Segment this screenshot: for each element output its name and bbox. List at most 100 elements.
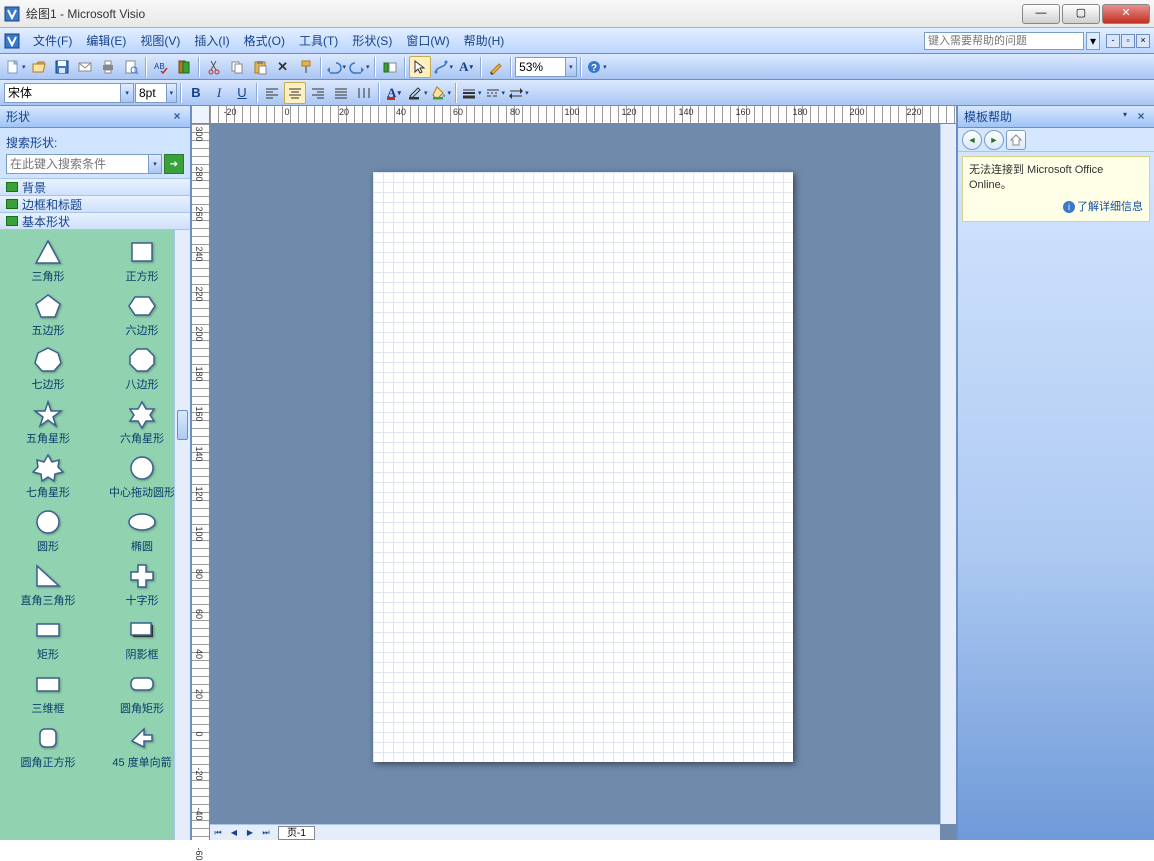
zoom-dropdown[interactable]: ▾ [565, 58, 576, 76]
app-menu-icon[interactable] [4, 33, 20, 49]
spellcheck-button[interactable]: AB [150, 56, 172, 78]
shape-triangle[interactable]: 三角形 [2, 236, 94, 286]
help-search-dropdown[interactable]: ▾ [1086, 32, 1100, 50]
help-back-button[interactable]: ◄ [962, 130, 982, 150]
canvas-viewport[interactable] [210, 124, 956, 840]
research-button[interactable] [173, 56, 195, 78]
prev-page-button[interactable]: ◀ [226, 826, 242, 840]
undo-button[interactable]: ▾ [325, 56, 348, 78]
pointer-tool-button[interactable] [409, 56, 431, 78]
print-button[interactable] [97, 56, 119, 78]
help-home-button[interactable] [1006, 130, 1026, 150]
menu-shapes[interactable]: 形状(S) [345, 29, 399, 52]
save-button[interactable] [51, 56, 73, 78]
help-forward-button[interactable]: ► [984, 130, 1004, 150]
delete-button[interactable]: ✕ [272, 56, 294, 78]
shape-search-input[interactable] [7, 155, 148, 173]
email-button[interactable] [74, 56, 96, 78]
copy-button[interactable] [226, 56, 248, 78]
ruler-v-tick: 140 [194, 446, 204, 461]
new-button[interactable]: ▾ [4, 56, 27, 78]
menu-insert[interactable]: 插入(I) [187, 29, 236, 52]
line-weight-button[interactable]: ▾ [460, 82, 483, 104]
shape-pentagon[interactable]: 五边形 [2, 290, 94, 340]
stencil-basic[interactable]: 基本形状 [0, 213, 190, 230]
underline-button[interactable]: U [231, 82, 253, 104]
shapes-scrollbar[interactable] [174, 230, 190, 840]
menu-edit[interactable]: 编辑(E) [79, 29, 133, 52]
shape-rect[interactable]: 矩形 [2, 614, 94, 664]
font-dropdown[interactable]: ▾ [120, 84, 133, 102]
align-right-button[interactable] [307, 82, 329, 104]
redo-button[interactable]: ▾ [348, 56, 371, 78]
help-pane-close[interactable]: × [1134, 110, 1148, 124]
mdi-restore-button[interactable]: ▫ [1121, 34, 1135, 48]
shape-star7[interactable]: 七角星形 [2, 452, 94, 502]
last-page-button[interactable]: ⏭ [258, 826, 274, 840]
distribute-button[interactable] [353, 82, 375, 104]
mdi-close-button[interactable]: × [1136, 34, 1150, 48]
shapes-window-button[interactable] [379, 56, 401, 78]
open-button[interactable] [28, 56, 50, 78]
ink-tool-button[interactable] [485, 56, 507, 78]
align-justify-button[interactable] [330, 82, 352, 104]
cut-button[interactable] [203, 56, 225, 78]
font-color-button[interactable]: A▾ [383, 82, 405, 104]
format-painter-button[interactable] [295, 56, 317, 78]
menu-view[interactable]: 视图(V) [133, 29, 187, 52]
page-tab[interactable]: 页-1 [278, 826, 315, 840]
zoom-input[interactable] [516, 60, 565, 74]
shapes-pane-close[interactable]: × [170, 110, 184, 124]
shape-rtriangle[interactable]: 直角三角形 [2, 560, 94, 610]
menu-file[interactable]: 文件(F) [26, 29, 79, 52]
vertical-ruler[interactable]: 3002802602402202001801601401201008060402… [192, 124, 210, 840]
print-preview-button[interactable] [120, 56, 142, 78]
shape-search-combo[interactable]: ▾ [6, 154, 162, 174]
shape-roundsquare[interactable]: 圆角正方形 [2, 722, 94, 772]
menu-tools[interactable]: 工具(T) [292, 29, 345, 52]
maximize-button[interactable]: ▢ [1062, 4, 1100, 24]
shape-search-go-button[interactable]: ➔ [164, 154, 184, 174]
zoom-combo[interactable]: ▾ [515, 57, 577, 77]
fontsize-dropdown[interactable]: ▾ [166, 84, 176, 102]
menu-window[interactable]: 窗口(W) [399, 29, 456, 52]
paste-button[interactable] [249, 56, 271, 78]
help-search-input[interactable] [924, 32, 1084, 50]
ruler-v-tick: 280 [194, 166, 204, 181]
close-button[interactable]: ✕ [1102, 4, 1150, 24]
shapes-scroll-thumb[interactable] [177, 410, 188, 440]
minimize-button[interactable]: — [1022, 4, 1060, 24]
canvas-vertical-scrollbar[interactable] [940, 124, 956, 824]
shape-circle[interactable]: 圆形 [2, 506, 94, 556]
line-ends-button[interactable]: ▾ [507, 82, 530, 104]
shape-search-dropdown[interactable]: ▾ [148, 155, 161, 173]
help-details-link[interactable]: i了解详细信息 [1063, 201, 1143, 213]
next-page-button[interactable]: ▶ [242, 826, 258, 840]
italic-button[interactable]: I [208, 82, 230, 104]
stencil-borders[interactable]: 边框和标题 [0, 196, 190, 213]
fill-color-button[interactable]: ▾ [430, 82, 453, 104]
bold-button[interactable]: B [185, 82, 207, 104]
help-pane-menu[interactable]: ▾ [1118, 110, 1132, 124]
connector-tool-button[interactable]: ▾ [432, 56, 455, 78]
align-center-button[interactable] [284, 82, 306, 104]
align-left-button[interactable] [261, 82, 283, 104]
help-button[interactable]: ?▾ [585, 56, 608, 78]
text-tool-button[interactable]: A▾ [455, 56, 477, 78]
mdi-minimize-button[interactable]: - [1106, 34, 1120, 48]
shape-heptagon[interactable]: 七边形 [2, 344, 94, 394]
line-color-button[interactable]: ▾ [406, 82, 429, 104]
stencil-bg[interactable]: 背景 [0, 179, 190, 196]
fontsize-combo[interactable]: ▾ [135, 83, 177, 103]
fontsize-input[interactable] [136, 86, 166, 100]
line-pattern-button[interactable]: ▾ [484, 82, 507, 104]
shape-box3d[interactable]: 三维框 [2, 668, 94, 718]
first-page-button[interactable]: ⏮ [210, 826, 226, 840]
drawing-page[interactable] [373, 172, 793, 762]
font-combo[interactable]: ▾ [4, 83, 134, 103]
shape-star5[interactable]: 五角星形 [2, 398, 94, 448]
menu-format[interactable]: 格式(O) [237, 29, 292, 52]
font-input[interactable] [5, 86, 120, 100]
horizontal-ruler[interactable]: -20020406080100120140160180200220 [210, 106, 956, 124]
menu-help[interactable]: 帮助(H) [457, 29, 512, 52]
